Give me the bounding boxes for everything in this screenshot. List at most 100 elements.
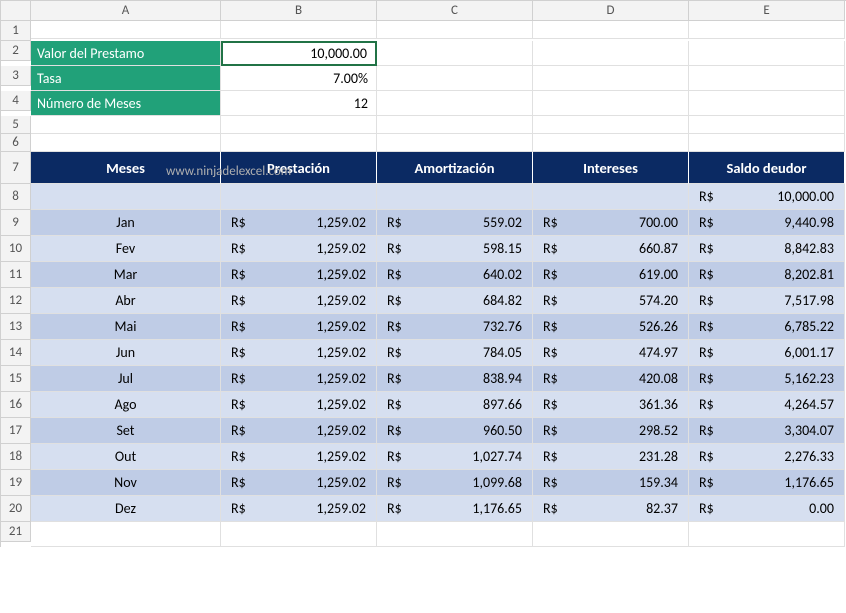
- select-all-corner[interactable]: [1, 1, 31, 21]
- table-header-amortizacion[interactable]: Amortización: [377, 152, 533, 184]
- month-cell[interactable]: Jun: [31, 340, 221, 366]
- prestacion-cell[interactable]: R$1,259.02: [221, 470, 377, 496]
- prestacion-cell[interactable]: R$1,259.02: [221, 340, 377, 366]
- month-cell[interactable]: Mai: [31, 314, 221, 340]
- intereses-cell[interactable]: R$574.20: [533, 288, 689, 314]
- intereses-cell[interactable]: R$298.52: [533, 418, 689, 444]
- cell[interactable]: [377, 66, 533, 91]
- intereses-cell[interactable]: R$82.37: [533, 496, 689, 522]
- month-cell[interactable]: Fev: [31, 236, 221, 262]
- table-header-intereses[interactable]: Intereses: [533, 152, 689, 184]
- month-cell[interactable]: Ago: [31, 392, 221, 418]
- row-header-18[interactable]: 18: [1, 444, 31, 470]
- saldo-cell[interactable]: R$8,202.81: [689, 262, 845, 288]
- col-header-B[interactable]: B: [221, 1, 377, 21]
- months-label[interactable]: Número de Meses: [31, 91, 221, 116]
- month-cell[interactable]: Jul: [31, 366, 221, 392]
- cell[interactable]: [221, 21, 377, 39]
- row-header-4[interactable]: 4: [1, 91, 31, 111]
- amortizacion-cell[interactable]: R$1,099.68: [377, 470, 533, 496]
- month-cell[interactable]: Out: [31, 444, 221, 470]
- saldo-cell[interactable]: R$3,304.07: [689, 418, 845, 444]
- cell[interactable]: [533, 116, 689, 134]
- cell[interactable]: [377, 134, 533, 152]
- amortizacion-cell[interactable]: R$732.76: [377, 314, 533, 340]
- intereses-cell[interactable]: R$231.28: [533, 444, 689, 470]
- cell[interactable]: [533, 522, 689, 547]
- cell[interactable]: [377, 21, 533, 39]
- amortizacion-cell[interactable]: R$640.02: [377, 262, 533, 288]
- rate-label[interactable]: Tasa: [31, 66, 221, 91]
- cell[interactable]: [377, 522, 533, 547]
- row-header-2[interactable]: 2: [1, 41, 31, 61]
- amortizacion-cell[interactable]: R$1,176.65: [377, 496, 533, 522]
- prestacion-cell[interactable]: R$1,259.02: [221, 496, 377, 522]
- cell[interactable]: [31, 134, 221, 152]
- intereses-cell[interactable]: R$660.87: [533, 236, 689, 262]
- prestacion-cell[interactable]: R$1,259.02: [221, 262, 377, 288]
- row-header-17[interactable]: 17: [1, 418, 31, 444]
- cell[interactable]: [689, 134, 845, 152]
- amortizacion-cell[interactable]: R$784.05: [377, 340, 533, 366]
- loan-label[interactable]: Valor del Prestamo: [31, 41, 221, 66]
- table-header-prestacion[interactable]: Prestación: [221, 152, 377, 184]
- months-value-cell[interactable]: 12: [221, 91, 377, 116]
- cell[interactable]: [377, 41, 533, 66]
- intereses-cell[interactable]: R$159.34: [533, 470, 689, 496]
- intereses-cell[interactable]: R$474.97: [533, 340, 689, 366]
- month-cell[interactable]: Dez: [31, 496, 221, 522]
- prestacion-cell[interactable]: R$1,259.02: [221, 366, 377, 392]
- intereses-cell[interactable]: R$619.00: [533, 262, 689, 288]
- col-header-D[interactable]: D: [533, 1, 689, 21]
- cell[interactable]: [533, 184, 689, 210]
- row-header-14[interactable]: 14: [1, 340, 31, 366]
- month-cell[interactable]: Abr: [31, 288, 221, 314]
- cell[interactable]: [689, 66, 845, 91]
- cell[interactable]: [689, 116, 845, 134]
- row-header-7[interactable]: 7: [1, 152, 31, 184]
- cell[interactable]: [533, 66, 689, 91]
- intereses-cell[interactable]: R$420.08: [533, 366, 689, 392]
- prestacion-cell[interactable]: R$1,259.02: [221, 288, 377, 314]
- saldo-cell[interactable]: R$7,517.98: [689, 288, 845, 314]
- prestacion-cell[interactable]: R$1,259.02: [221, 418, 377, 444]
- row-header-1[interactable]: 1: [1, 21, 31, 41]
- initial-balance[interactable]: R$10,000.00: [689, 184, 845, 210]
- cell[interactable]: [221, 116, 377, 134]
- prestacion-cell[interactable]: R$1,259.02: [221, 392, 377, 418]
- row-header-5[interactable]: 5: [1, 116, 31, 134]
- cell[interactable]: [377, 116, 533, 134]
- row-header-10[interactable]: 10: [1, 236, 31, 262]
- saldo-cell[interactable]: R$5,162.23: [689, 366, 845, 392]
- month-cell[interactable]: Jan: [31, 210, 221, 236]
- month-cell[interactable]: Set: [31, 418, 221, 444]
- row-header-9[interactable]: 9: [1, 210, 31, 236]
- amortizacion-cell[interactable]: R$598.15: [377, 236, 533, 262]
- row-header-15[interactable]: 15: [1, 366, 31, 392]
- amortizacion-cell[interactable]: R$960.50: [377, 418, 533, 444]
- month-cell[interactable]: Nov: [31, 470, 221, 496]
- cell[interactable]: [31, 116, 221, 134]
- saldo-cell[interactable]: R$1,176.65: [689, 470, 845, 496]
- saldo-cell[interactable]: R$2,276.33: [689, 444, 845, 470]
- cell[interactable]: [31, 21, 221, 39]
- amortizacion-cell[interactable]: R$559.02: [377, 210, 533, 236]
- saldo-cell[interactable]: R$8,842.83: [689, 236, 845, 262]
- row-header-3[interactable]: 3: [1, 66, 31, 86]
- cell[interactable]: [221, 184, 377, 210]
- prestacion-cell[interactable]: R$1,259.02: [221, 444, 377, 470]
- saldo-cell[interactable]: R$6,001.17: [689, 340, 845, 366]
- month-cell[interactable]: Mar: [31, 262, 221, 288]
- rate-value-cell[interactable]: 7.00%: [221, 66, 377, 91]
- prestacion-cell[interactable]: R$1,259.02: [221, 236, 377, 262]
- cell[interactable]: [689, 91, 845, 116]
- amortizacion-cell[interactable]: R$684.82: [377, 288, 533, 314]
- col-header-E[interactable]: E: [689, 1, 845, 21]
- amortizacion-cell[interactable]: R$838.94: [377, 366, 533, 392]
- table-header-saldo[interactable]: Saldo deudor: [689, 152, 845, 184]
- col-header-C[interactable]: C: [377, 1, 533, 21]
- cell[interactable]: [31, 184, 221, 210]
- cell[interactable]: [533, 134, 689, 152]
- row-header-13[interactable]: 13: [1, 314, 31, 340]
- cell[interactable]: [377, 91, 533, 116]
